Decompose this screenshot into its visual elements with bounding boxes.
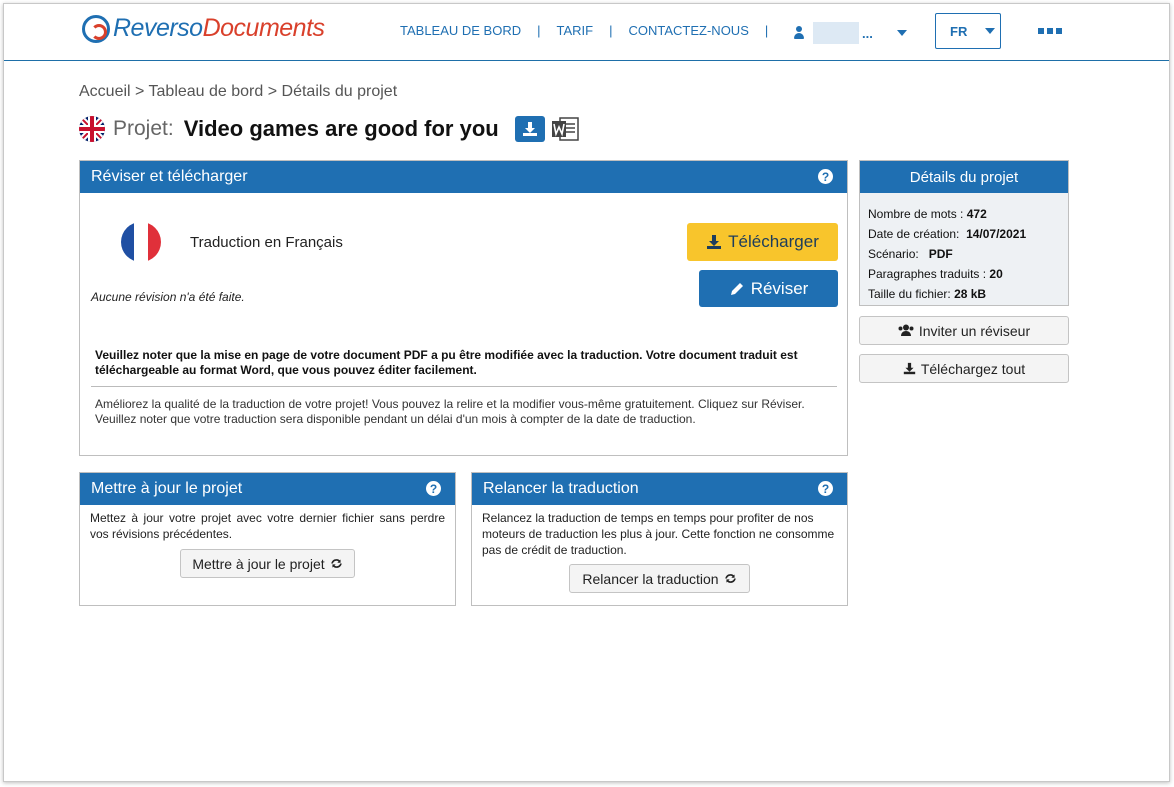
- revise-button[interactable]: Réviser: [699, 270, 838, 307]
- pdf-layout-note: Veuillez noter que la mise en page de vo…: [95, 348, 798, 377]
- uk-flag-icon: [79, 116, 105, 142]
- download-icon: [707, 235, 722, 249]
- revision-status: Aucune révision n'a été faite.: [91, 290, 245, 304]
- update-project-label: Mettre à jour le projet: [192, 555, 325, 572]
- download-source-button[interactable]: [514, 116, 545, 142]
- pencil-icon: [730, 282, 743, 295]
- info-text: Améliorez la qualité de la traduction de…: [95, 397, 837, 427]
- user-icon: [793, 26, 805, 40]
- nav-pricing-link[interactable]: TARIF: [557, 23, 594, 38]
- panel-header: Relancer la traduction ?: [472, 473, 847, 505]
- main-nav: TABLEAU DE BORD | TARIF | CONTACTEZ-NOUS…: [400, 23, 784, 38]
- detail-label: Nombre de mots :: [868, 207, 964, 221]
- app-window: ReversoDocuments TABLEAU DE BORD | TARIF…: [3, 3, 1170, 782]
- nav-separator: |: [537, 23, 541, 38]
- language-selected: FR: [950, 23, 968, 39]
- detail-row: Scénario: PDF: [868, 244, 1068, 264]
- info-line: Améliorez la qualité de la traduction de…: [95, 397, 805, 411]
- brand-name-part2: Documents: [202, 14, 325, 42]
- detail-label: Scénario:: [868, 247, 919, 261]
- download-icon: [522, 122, 537, 136]
- project-label: Projet:: [113, 117, 174, 140]
- panel-header: Détails du projet: [860, 161, 1068, 193]
- project-details-panel: Détails du projet Nombre de mots : 472 D…: [859, 160, 1069, 306]
- project-title-row: Projet: Video games are good for you: [79, 116, 579, 142]
- download-button-label: Télécharger: [728, 232, 819, 251]
- panel-description: Relancez la traduction de temps en temps…: [482, 511, 835, 557]
- language-select[interactable]: FR: [935, 13, 1001, 49]
- panel-description: Mettez à jour votre projet avec votre de…: [90, 511, 445, 541]
- brand-name-part1: Reverso: [113, 14, 203, 42]
- detail-label: Taille du fichier:: [868, 287, 951, 301]
- word-icon[interactable]: [551, 116, 579, 142]
- relaunch-translation-label: Relancer la traduction: [582, 570, 719, 587]
- chevron-down-icon: [985, 28, 996, 34]
- nav-dashboard-link[interactable]: TABLEAU DE BORD: [400, 23, 521, 38]
- info-line: Veuillez noter que votre traduction sera…: [95, 412, 696, 426]
- users-icon: [898, 324, 914, 336]
- review-download-panel: Réviser et télécharger ? Traduction en F…: [79, 160, 848, 456]
- panel-title: Détails du projet: [909, 168, 1019, 186]
- user-name-redacted: [813, 22, 859, 44]
- update-project-panel: Mettre à jour le projet ? Mettez à jour …: [79, 472, 456, 606]
- chevron-down-icon: [896, 30, 907, 36]
- brand-logo[interactable]: ReversoDocuments: [82, 14, 325, 43]
- refresh-icon: [330, 559, 342, 568]
- user-menu[interactable]: ...: [793, 22, 907, 44]
- detail-row: Nombre de mots : 472: [868, 204, 1068, 224]
- detail-row: Taille du fichier: 28 kB: [868, 284, 1068, 304]
- detail-row: Paragraphes traduits : 20: [868, 264, 1068, 284]
- download-icon: [903, 362, 916, 375]
- help-icon[interactable]: ?: [426, 481, 441, 496]
- invite-reviewer-label: Inviter un réviseur: [918, 322, 1031, 339]
- relaunch-translation-button[interactable]: Relancer la traduction: [569, 564, 750, 593]
- panel-header: Mettre à jour le projet ?: [80, 473, 455, 505]
- user-name-ellipsis: ...: [862, 25, 873, 41]
- refresh-icon: [724, 574, 736, 583]
- help-icon[interactable]: ?: [818, 169, 833, 184]
- nav-separator: |: [764, 23, 769, 38]
- panel-header: Réviser et télécharger ?: [80, 161, 847, 193]
- relaunch-translation-panel: Relancer la traduction ? Relancez la tra…: [471, 472, 848, 606]
- more-icon[interactable]: [1038, 28, 1062, 34]
- nav-separator: |: [609, 23, 613, 38]
- update-project-button[interactable]: Mettre à jour le projet: [180, 549, 355, 578]
- detail-row: Date de création: 14/07/2021: [868, 224, 1068, 244]
- panel-title: Mettre à jour le projet: [91, 480, 243, 497]
- panel-title: Relancer la traduction: [483, 480, 639, 497]
- download-all-button[interactable]: Téléchargez tout: [859, 354, 1069, 383]
- help-icon[interactable]: ?: [818, 481, 833, 496]
- nav-contact-link[interactable]: CONTACTEZ-NOUS: [629, 23, 749, 38]
- fr-flag-icon: [121, 222, 161, 262]
- revise-button-label: Réviser: [750, 278, 809, 298]
- detail-value: 20: [989, 267, 1003, 281]
- invite-reviewer-button[interactable]: Inviter un réviseur: [859, 316, 1069, 345]
- detail-value: 472: [966, 207, 987, 221]
- details-list: Nombre de mots : 472 Date de création: 1…: [860, 193, 1068, 304]
- detail-value: 14/07/2021: [966, 227, 1027, 241]
- panel-title: Réviser et télécharger: [91, 168, 248, 185]
- brand-name: ReversoDocuments: [113, 14, 325, 43]
- download-all-label: Téléchargez tout: [920, 360, 1026, 377]
- top-navbar: ReversoDocuments TABLEAU DE BORD | TARIF…: [4, 4, 1169, 61]
- download-button[interactable]: Télécharger: [687, 223, 838, 261]
- reverso-logo-icon: [82, 14, 110, 43]
- detail-value: 28 kB: [954, 287, 987, 301]
- breadcrumb: Accueil > Tableau de bord > Détails du p…: [79, 83, 398, 100]
- divider: [91, 386, 837, 387]
- translation-label: Traduction en Français: [190, 234, 343, 251]
- detail-label: Date de création:: [868, 227, 960, 241]
- detail-label: Paragraphes traduits :: [868, 267, 987, 281]
- detail-value: PDF: [928, 247, 953, 261]
- page-title: Video games are good for you: [183, 116, 499, 141]
